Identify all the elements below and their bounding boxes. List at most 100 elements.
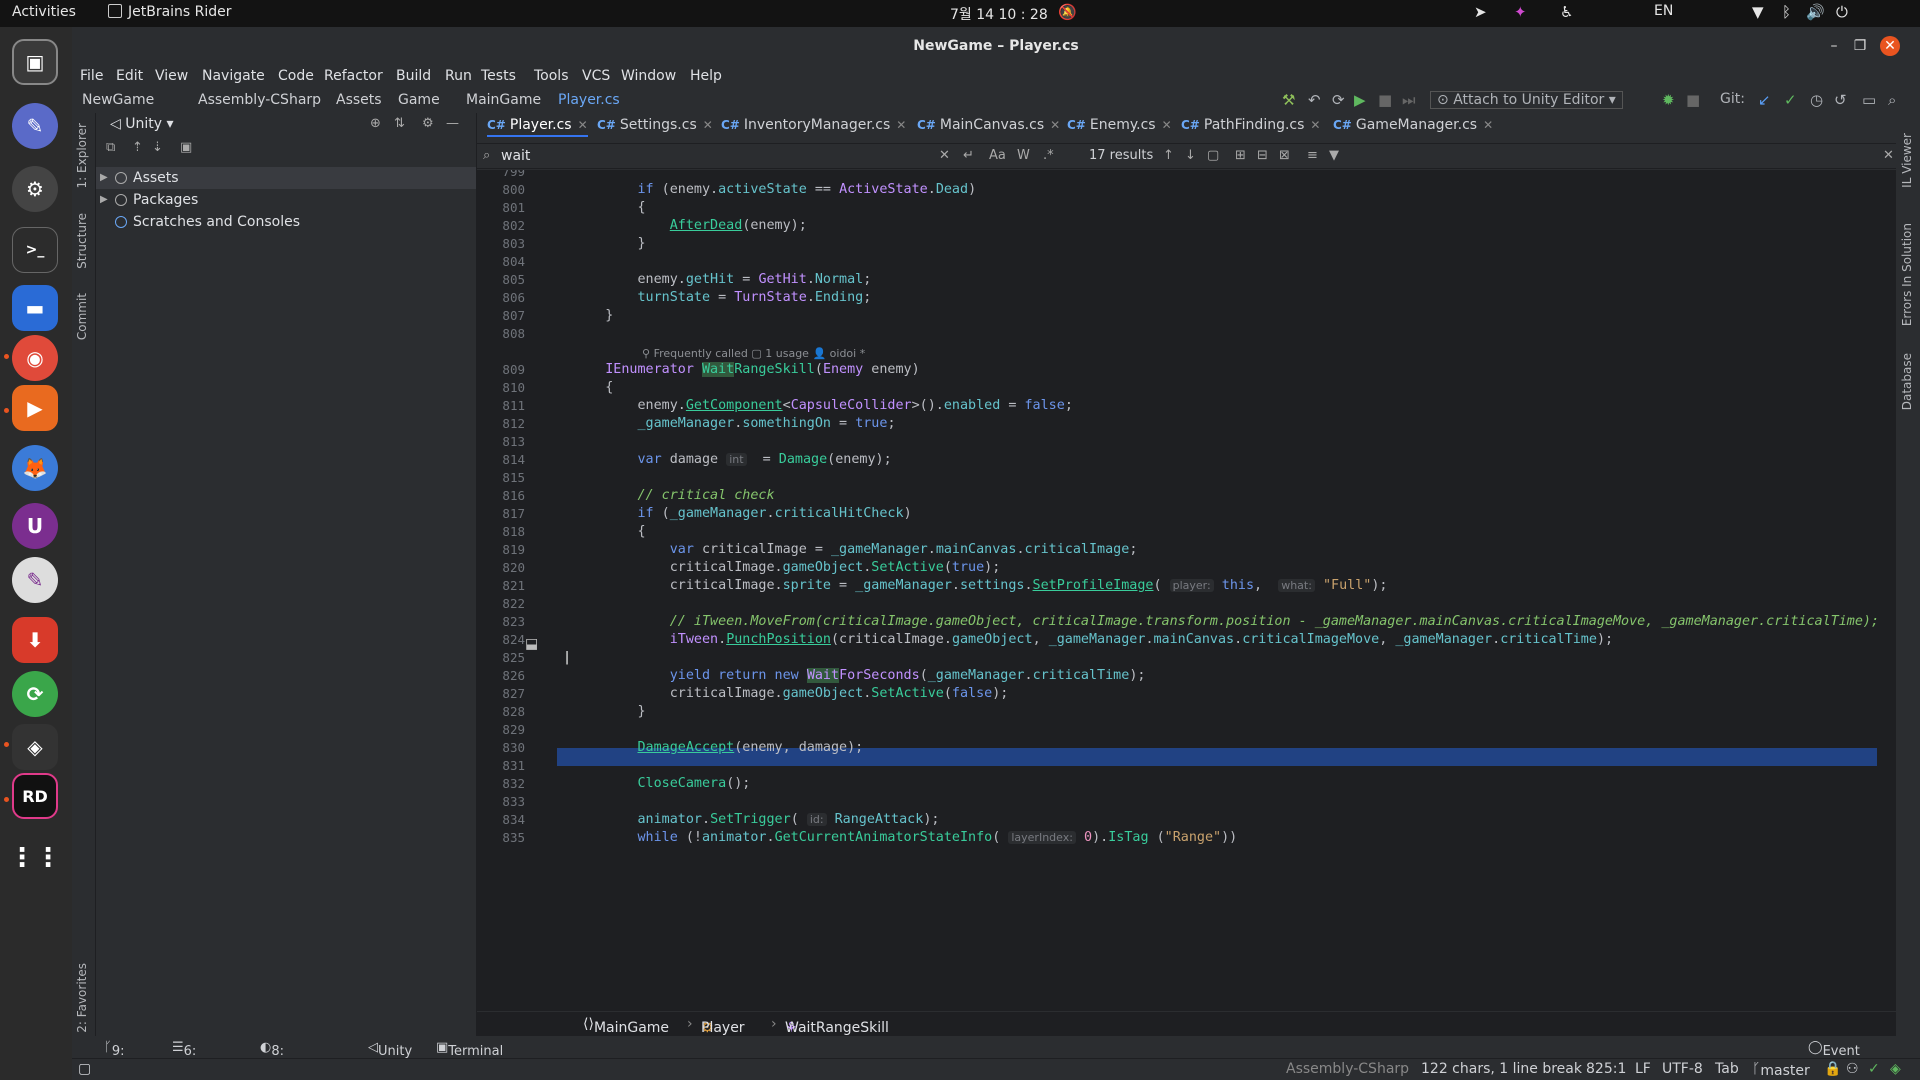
code-line-823[interactable]: // iTween.MoveFrom(criticalImage.gameObj… (573, 614, 1879, 629)
search-everywhere-icon[interactable]: ⌕ (1888, 91, 1896, 109)
locate-icon[interactable]: ⊕ (370, 116, 381, 131)
run-config-dropdown[interactable]: ⊙ Attach to Unity Editor ▾ (1430, 91, 1623, 109)
code-line-827[interactable]: criticalImage.gameObject.SetActive(false… (573, 686, 1009, 701)
status-position[interactable]: 825:1 (1586, 1061, 1626, 1077)
chrome-app-icon[interactable]: ◉ (12, 335, 58, 381)
code-line-807[interactable]: } (573, 308, 613, 323)
line-number[interactable]: 807 (477, 308, 525, 323)
open-in-window-icon[interactable]: ▢ (1207, 148, 1219, 163)
close-tab-icon[interactable]: ✕ (1310, 118, 1320, 132)
tree-item-assets[interactable]: ▶ Assets (96, 167, 476, 189)
status-assembly[interactable]: Assembly-CSharp (1286, 1061, 1409, 1077)
line-number[interactable]: 829 (477, 722, 525, 737)
line-number[interactable]: 825 (477, 650, 525, 665)
send-icon[interactable]: ➤ (1474, 3, 1487, 21)
unit-tests-tool-button[interactable]: ◐ 8: Unit Tests (260, 1040, 304, 1080)
layout-toggle-icon[interactable]: ▢ (78, 1061, 91, 1077)
git-tool-button[interactable]: ᚴ 9: Git (104, 1040, 131, 1074)
code-line-811[interactable]: enemy.GetComponent<CapsuleCollider>().en… (573, 398, 1072, 413)
tree-item-packages[interactable]: ▶ Packages (96, 189, 476, 211)
collapse-all-icon[interactable]: ⇣ (152, 140, 163, 155)
code-line-835[interactable]: while (!animator.GetCurrentAnimatorState… (573, 830, 1238, 845)
line-number[interactable]: 835 (477, 830, 525, 845)
app-menu[interactable]: JetBrains Rider (108, 4, 232, 20)
breadcrumb-solution[interactable]: NewGame (82, 92, 154, 108)
code-line-821[interactable]: criticalImage.sprite = _gameManager.sett… (573, 578, 1388, 593)
run-icon[interactable]: ▶ (1354, 91, 1366, 109)
settings-app-icon[interactable]: ⚙ (12, 166, 58, 212)
expand-arrow-icon[interactable]: ▶ (100, 189, 108, 211)
code-line-830[interactable]: DamageAccept(enemy, damage); (573, 740, 864, 755)
favorites-tool-button[interactable]: 2: Favorites (75, 963, 89, 1033)
close-tab-icon[interactable]: ✕ (896, 118, 906, 132)
tab-enemy[interactable]: C# Enemy.cs ✕ (1067, 113, 1172, 137)
code-line-824[interactable]: iTween.PunchPosition(criticalImage.gameO… (573, 632, 1613, 647)
add-file-icon[interactable]: ⧉ (106, 140, 115, 155)
code-line-834[interactable]: animator.SetTrigger( id: RangeAttack); (573, 812, 940, 827)
hint-author[interactable]: oidoi * (830, 347, 866, 360)
event-log-tool-button[interactable]: ◯ Event Log (1808, 1040, 1860, 1074)
errors-in-solution-tool-button[interactable]: Errors In Solution (1900, 223, 1914, 326)
menu-tools[interactable]: Tools (534, 68, 569, 84)
status-line-ending[interactable]: LF (1635, 1061, 1651, 1077)
database-tool-button[interactable]: Database (1900, 353, 1914, 410)
explorer-tool-button[interactable]: 1: Explorer (75, 123, 89, 188)
expand-all-icon[interactable]: ⇡ (132, 140, 143, 155)
remove-selection-icon[interactable]: ⊟ (1257, 148, 1268, 163)
stop-debug-icon[interactable]: ■ (1686, 91, 1700, 109)
close-tab-icon[interactable]: ✕ (1162, 118, 1172, 132)
line-number[interactable]: 810 (477, 380, 525, 395)
breadcrumb-maingame[interactable]: MainGame (466, 92, 541, 108)
hide-panel-icon[interactable]: — (446, 116, 459, 131)
close-tab-icon[interactable]: ✕ (1483, 118, 1493, 132)
lock-icon[interactable]: 🔒 (1824, 1061, 1841, 1077)
unity-app-icon[interactable]: ◈ (12, 724, 58, 770)
feather-app-icon[interactable]: ✎ (12, 103, 58, 149)
line-number[interactable]: 813 (477, 434, 525, 449)
menu-file[interactable]: File (80, 68, 103, 84)
tab-gamemanager[interactable]: C# GameManager.cs ✕ (1333, 113, 1493, 137)
line-number[interactable]: 822 (477, 596, 525, 611)
filter-options-icon[interactable]: ≡ (1307, 148, 1318, 163)
menu-tests[interactable]: Tests (481, 68, 516, 84)
debug-icon[interactable]: ✹ (1662, 91, 1675, 109)
structure-tool-button[interactable]: Structure (75, 213, 89, 269)
menu-view[interactable]: View (155, 68, 188, 84)
git-rollback-icon[interactable]: ↺ (1834, 91, 1847, 109)
regex-toggle[interactable]: .* (1043, 148, 1054, 163)
gear-icon[interactable]: ⚙ (422, 116, 434, 131)
line-number[interactable]: 808 (477, 326, 525, 341)
code-line-800[interactable]: if (enemy.activeState == ActiveState.Dea… (573, 182, 977, 197)
software-app-icon[interactable]: ⬇ (12, 617, 58, 663)
tab-pathfinding[interactable]: C# PathFinding.cs ✕ (1181, 113, 1320, 137)
line-number[interactable]: 823 (477, 614, 525, 629)
line-number[interactable]: 804 (477, 254, 525, 269)
todo-tool-button[interactable]: ☰ 6: TODO (172, 1040, 222, 1074)
line-number[interactable]: 834 (477, 812, 525, 827)
match-case-toggle[interactable]: Aa (989, 148, 1006, 163)
line-number[interactable]: 802 (477, 218, 525, 233)
git-commit-icon[interactable]: ✓ (1784, 91, 1797, 109)
whole-words-toggle[interactable]: W (1017, 148, 1030, 163)
menu-edit[interactable]: Edit (116, 68, 143, 84)
git-update-icon[interactable]: ↙ (1758, 91, 1771, 109)
menu-run[interactable]: Run (445, 68, 472, 84)
code-line-818[interactable]: { (573, 524, 645, 539)
il-viewer-tool-button[interactable]: IL Viewer (1900, 133, 1914, 188)
code-line-812[interactable]: _gameManager.somethingOn = true; (573, 416, 896, 431)
line-number[interactable]: 815 (477, 470, 525, 485)
code-line-805[interactable]: enemy.getHit = GetHit.Normal; (573, 272, 871, 287)
panel-title-dropdown[interactable]: ◁ Unity ▾ (110, 116, 174, 132)
tab-inventorymanager[interactable]: C# InventoryManager.cs ✕ (721, 113, 906, 137)
code-line-832[interactable]: CloseCamera(); (573, 776, 751, 791)
line-number[interactable]: 831 (477, 758, 525, 773)
collapse-icon[interactable]: ⇅ (394, 116, 405, 131)
code-editor[interactable]: 799 800 801 802 803 804 805 806 807 808 809 810 811 8… (477, 170, 1896, 1020)
activities-button[interactable]: Activities (12, 4, 76, 20)
line-number[interactable]: 828 (477, 704, 525, 719)
expand-arrow-icon[interactable]: ▶ (100, 167, 108, 189)
color-picker-icon[interactable]: ✦ (1514, 3, 1527, 21)
commit-tool-button[interactable]: Commit (75, 293, 89, 340)
menu-refactor[interactable]: Refactor (324, 68, 383, 84)
line-number[interactable]: 824 (477, 632, 525, 647)
